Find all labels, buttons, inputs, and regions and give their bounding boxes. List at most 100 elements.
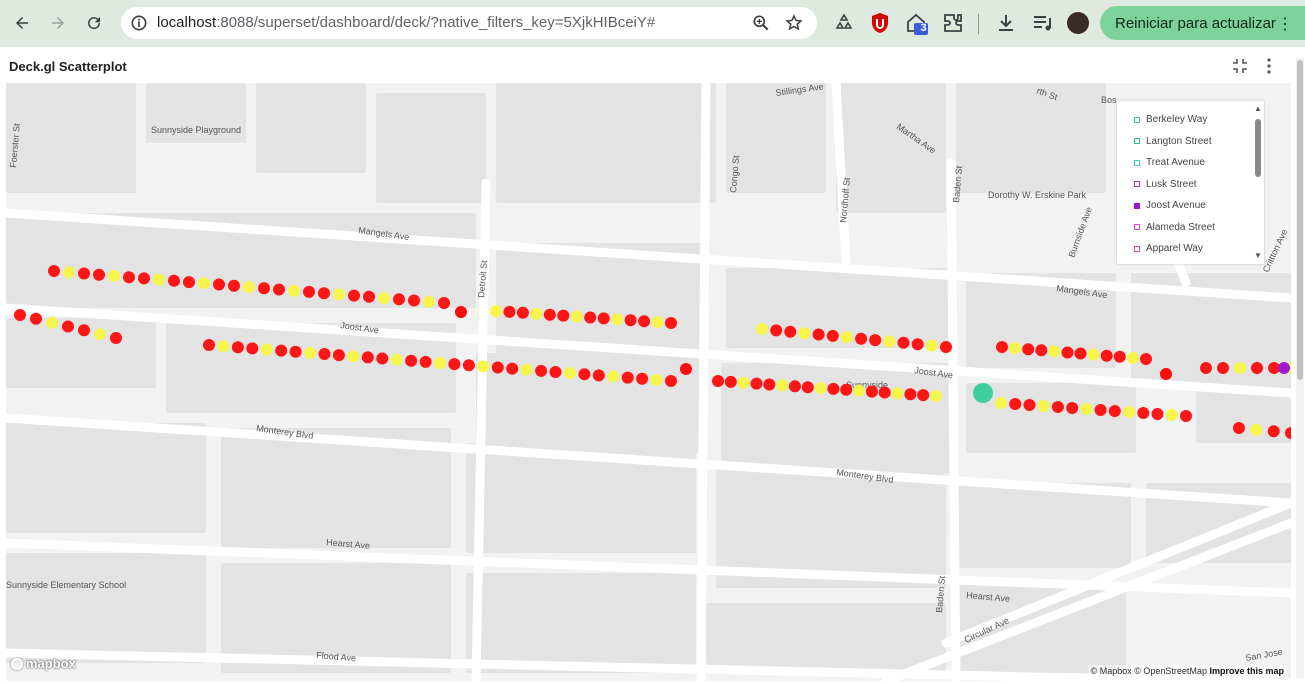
legend-swatch	[1134, 224, 1140, 231]
scatter-point	[243, 281, 255, 293]
map-street	[696, 83, 711, 681]
map-block	[706, 603, 946, 673]
legend-label: Treat Avenue	[1146, 157, 1205, 169]
scatter-point	[584, 311, 597, 324]
improve-map-link[interactable]: Improve this map	[1209, 666, 1284, 676]
map-block	[956, 83, 1106, 193]
scatter-point	[408, 294, 420, 307]
map-street-label: Sunnyside Elementary School	[6, 580, 126, 590]
url-text[interactable]: localhost:8088/superset/dashboard/deck/?…	[157, 14, 655, 31]
scatter-point	[883, 335, 896, 348]
scatter-point	[750, 377, 763, 390]
scatter-point	[304, 346, 317, 359]
scatter-point	[869, 334, 882, 347]
legend-item[interactable]: Alameda Street	[1134, 217, 1264, 239]
map-block	[256, 83, 366, 173]
scatter-point	[543, 308, 556, 321]
scatter-point	[1234, 362, 1246, 374]
scatter-point	[108, 269, 120, 282]
scatter-point	[1022, 343, 1035, 356]
chart-menu-icon[interactable]	[1262, 57, 1276, 75]
chart-title: Deck.gl Scatterplot	[9, 59, 127, 74]
scatter-point	[333, 288, 345, 301]
scatter-point	[48, 265, 60, 277]
scatter-point	[1151, 408, 1164, 420]
page-scroll-thumb[interactable]	[1297, 60, 1303, 380]
scatter-point	[438, 297, 450, 309]
scatter-point	[30, 312, 42, 325]
map-canvas[interactable]: Stillings Ave Martha Ave Sunnyside Playgro…	[6, 83, 1291, 681]
attribution-text[interactable]: © Mapbox © OpenStreetMap	[1091, 666, 1207, 676]
zoom-icon[interactable]	[751, 13, 771, 33]
scatter-point	[228, 279, 240, 292]
map-street-label: Baden St	[951, 165, 964, 203]
scroll-up-icon[interactable]: ▲	[1254, 105, 1262, 113]
scatter-point	[897, 336, 910, 349]
scatter-point	[516, 306, 529, 319]
scatter-point	[94, 328, 106, 341]
menu-icon[interactable]: ⋮	[1277, 14, 1293, 34]
ublock-extension-icon[interactable]	[868, 11, 892, 35]
scatter-point	[904, 388, 917, 401]
mapbox-logo[interactable]: mapbox	[11, 656, 76, 671]
scatter-point	[78, 324, 90, 337]
scatter-point	[827, 382, 840, 395]
page-scrollbar[interactable]	[1296, 58, 1304, 678]
scatter-point	[621, 371, 634, 384]
scatter-point	[840, 331, 853, 344]
scatter-point	[153, 273, 165, 286]
scatter-point	[891, 387, 904, 400]
exit-fullscreen-icon[interactable]	[1231, 57, 1249, 75]
legend-item[interactable]: Langton Street	[1134, 131, 1264, 153]
legend-item[interactable]: Lusk Street	[1134, 174, 1264, 196]
extension-puzzle-icon[interactable]	[941, 11, 965, 35]
scatter-point	[448, 358, 461, 371]
mapbox-logo-icon	[11, 657, 23, 670]
map-block	[466, 573, 696, 673]
legend-item[interactable]: Apparel Way	[1134, 238, 1264, 260]
forward-icon[interactable]	[45, 10, 71, 36]
scatter-point	[303, 285, 315, 298]
scatter-point	[1251, 362, 1263, 374]
scatter-point	[636, 372, 649, 385]
legend-item[interactable]: Joost Avenue	[1134, 195, 1264, 217]
scatter-point	[198, 277, 210, 290]
media-icon[interactable]	[1030, 11, 1054, 35]
map-street-label: Burnside Ave	[1066, 206, 1093, 259]
site-info-icon[interactable]	[129, 13, 149, 33]
scatter-point	[763, 378, 776, 391]
reload-icon[interactable]	[81, 10, 107, 36]
scroll-thumb[interactable]	[1255, 119, 1261, 177]
legend-scrollbar[interactable]: ▲ ▼	[1254, 105, 1262, 260]
scatter-point	[578, 368, 591, 381]
scatter-point	[491, 361, 504, 374]
update-button[interactable]: Reiniciar para actualizar ⋮	[1100, 6, 1305, 40]
scatter-point	[390, 353, 403, 366]
scatter-point	[1180, 410, 1192, 422]
scroll-down-icon[interactable]: ▼	[1254, 252, 1262, 260]
scatter-point	[607, 370, 620, 383]
scatter-point	[650, 373, 663, 386]
profile-avatar[interactable]	[1067, 12, 1089, 34]
recycle-extension-icon[interactable]	[832, 11, 856, 35]
extension-badge: 3	[920, 22, 927, 34]
address-bar[interactable]: localhost:8088/superset/dashboard/deck/?…	[121, 7, 817, 39]
legend-label: Apparel Way	[1146, 243, 1203, 255]
scatter-point	[776, 379, 789, 392]
scatter-point	[680, 363, 692, 375]
map-layer: Stillings AveMartha AveSunnyside Playgro…	[6, 83, 1291, 681]
map-block	[726, 83, 826, 193]
scatter-point	[1113, 350, 1126, 363]
star-icon[interactable]	[784, 13, 804, 33]
back-icon[interactable]	[9, 10, 35, 36]
legend-label: Berkeley Way	[1146, 114, 1208, 126]
scatter-point	[826, 329, 839, 342]
legend-item[interactable]: Treat Avenue	[1134, 152, 1264, 174]
scatter-point	[363, 290, 375, 303]
legend-item[interactable]: Berkeley Way	[1134, 109, 1264, 131]
scatter-point	[611, 313, 624, 326]
legend-swatch	[1134, 138, 1140, 145]
scatter-point	[917, 389, 930, 402]
scatter-point	[434, 357, 446, 369]
download-icon[interactable]	[994, 11, 1018, 35]
